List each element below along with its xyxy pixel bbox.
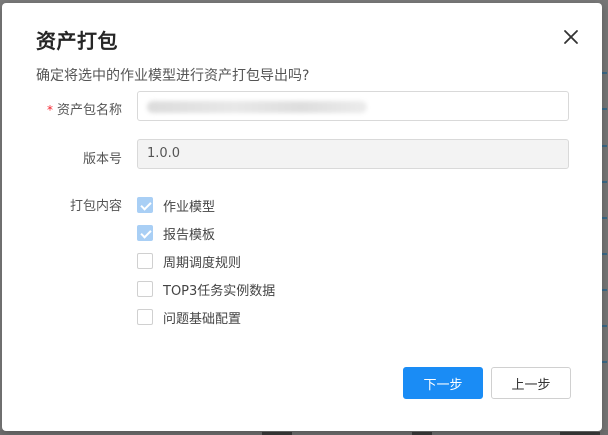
package-name-input[interactable]	[137, 91, 569, 121]
checkbox-label: 周期调度规则	[163, 255, 242, 271]
dialog-title: 资产打包	[36, 29, 118, 53]
checkbox-label: TOP3任务实例数据	[163, 283, 276, 299]
required-mark: *	[46, 103, 53, 117]
close-icon[interactable]	[562, 28, 580, 46]
checkbox-label: 报告模板	[163, 227, 216, 243]
asset-package-dialog: 资产打包 确定将选中的作业模型进行资产打包导出吗? * 资产包名称 版本号 1.0…	[2, 3, 602, 431]
next-step-button[interactable]: 下一步	[403, 367, 483, 399]
checkbox-checked-icon[interactable]	[137, 225, 153, 241]
package-name-label: * 资产包名称	[46, 103, 122, 118]
checkbox-unchecked-icon[interactable]	[137, 253, 153, 269]
checkbox-report-template[interactable]: 报告模板	[137, 224, 216, 243]
checkbox-schedule-rules[interactable]: 周期调度规则	[137, 252, 242, 271]
checkbox-unchecked-icon[interactable]	[137, 281, 153, 297]
version-label: 版本号	[82, 152, 122, 167]
package-contents-label: 打包内容	[69, 199, 122, 214]
confirm-message: 确定将选中的作业模型进行资产打包导出吗?	[36, 68, 310, 84]
checkbox-label: 问题基础配置	[163, 311, 242, 327]
checkbox-unchecked-icon[interactable]	[137, 309, 153, 325]
checkbox-label: 作业模型	[163, 199, 216, 215]
checkbox-top3-task-data[interactable]: TOP3任务实例数据	[137, 280, 276, 299]
version-input: 1.0.0	[137, 139, 569, 169]
checkbox-checked-icon[interactable]	[137, 197, 153, 213]
checkbox-issue-config[interactable]: 问题基础配置	[137, 308, 242, 327]
previous-step-button[interactable]: 上一步	[491, 367, 571, 399]
blurred-value	[147, 101, 367, 113]
checkbox-job-model[interactable]: 作业模型	[137, 196, 216, 215]
